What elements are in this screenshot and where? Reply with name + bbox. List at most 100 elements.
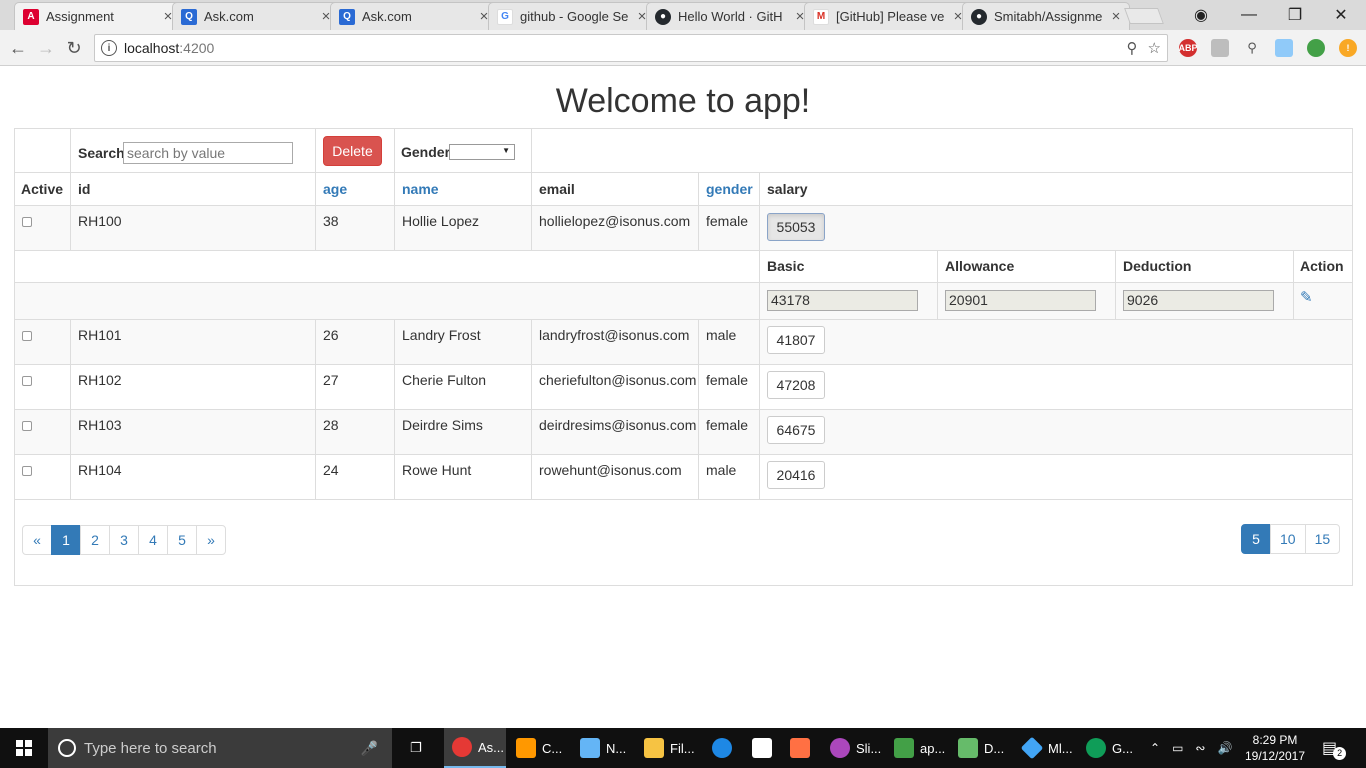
tab-ask-2[interactable]: Q Ask.com × — [330, 2, 498, 30]
row-active-checkbox[interactable] — [22, 376, 32, 386]
folder-icon — [644, 738, 664, 758]
pagination-page-5[interactable]: 5 — [167, 525, 197, 555]
tab-gmail[interactable]: M [GitHub] Please ve × — [804, 2, 972, 30]
taskbar-app-edge[interactable] — [704, 728, 740, 768]
github-icon: ● — [971, 8, 987, 25]
zoom-icon[interactable]: ⚲ — [1127, 39, 1138, 57]
salary-toggle-button[interactable]: 47208 — [767, 371, 825, 399]
task-view-icon[interactable]: ❐ — [402, 728, 438, 768]
taskbar-app-media[interactable] — [782, 728, 818, 768]
search-extension-icon[interactable]: ⚲ — [1243, 39, 1261, 57]
pagination-page-4[interactable]: 4 — [138, 525, 168, 555]
pagination-next[interactable]: » — [196, 525, 226, 555]
deduction-input[interactable]: 9026 — [1123, 290, 1274, 311]
page-size-15[interactable]: 15 — [1304, 524, 1341, 554]
column-header-name[interactable]: name — [402, 181, 439, 197]
tab-ask-1[interactable]: Q Ask.com × — [172, 2, 340, 30]
cell-id: RH102 — [78, 372, 122, 388]
chart-icon — [958, 738, 978, 758]
cell-age: 26 — [323, 327, 339, 343]
tab-google-search[interactable]: G github - Google Se × — [488, 2, 656, 30]
column-header-salary: salary — [767, 181, 808, 197]
page-size-5[interactable]: 5 — [1241, 524, 1271, 554]
search-input[interactable] — [123, 142, 293, 164]
tab-smitabh-assignment[interactable]: ● Smitabh/Assignme × — [962, 2, 1130, 30]
extension-icon[interactable] — [1211, 39, 1229, 57]
taskbar-app-chart[interactable]: D... — [950, 728, 1012, 768]
taskbar-app-notepad[interactable]: N... — [572, 728, 634, 768]
salary-toggle-button[interactable]: 41807 — [767, 326, 825, 354]
taskbar-app-hangouts[interactable]: G... — [1078, 728, 1140, 768]
cell-name: Landry Frost — [402, 327, 481, 343]
system-tray: ⌃ ▭ ∾ 🔊 — [1150, 728, 1232, 768]
microphone-icon[interactable]: 🎤 — [361, 740, 378, 757]
salary-toggle-button[interactable]: 55053 — [767, 213, 825, 241]
column-header-gender[interactable]: gender — [706, 181, 753, 197]
volume-icon[interactable]: 🔊 — [1217, 741, 1232, 755]
tab-assignment[interactable]: A Assignment × — [14, 2, 182, 30]
tab-hello-world[interactable]: ● Hello World · GitH × — [646, 2, 814, 30]
row-active-checkbox[interactable] — [22, 217, 32, 227]
salary-toggle-button[interactable]: 64675 — [767, 416, 825, 444]
column-header-age[interactable]: age — [323, 181, 347, 197]
allowance-input[interactable]: 20901 — [945, 290, 1096, 311]
row-active-checkbox[interactable] — [22, 421, 32, 431]
row-active-checkbox[interactable] — [22, 466, 32, 476]
taskbar-app-label: ap... — [920, 740, 946, 756]
info-icon[interactable]: i — [101, 40, 117, 56]
pagination-prev[interactable]: « — [22, 525, 52, 555]
cell-id: RH104 — [78, 462, 122, 478]
taskbar-app-chrome[interactable]: As... — [444, 728, 506, 768]
cortana-icon — [58, 739, 76, 757]
cell-name: Hollie Lopez — [402, 213, 480, 229]
taskbar-app-vscode[interactable]: ap... — [886, 728, 948, 768]
back-icon[interactable]: ← — [6, 36, 30, 60]
reload-icon[interactable]: ↻ — [62, 36, 86, 60]
forward-icon[interactable]: → — [34, 36, 58, 60]
start-button[interactable] — [0, 728, 48, 768]
adblock-icon[interactable]: ABP — [1179, 39, 1198, 57]
battery-icon[interactable]: ▭ — [1172, 741, 1183, 755]
minimize-button[interactable]: — — [1226, 0, 1272, 30]
gender-select[interactable] — [449, 144, 515, 160]
diamond-icon — [1020, 736, 1044, 760]
pagination-page-1[interactable]: 1 — [51, 525, 81, 555]
delete-button[interactable]: Delete — [323, 136, 382, 166]
row-active-checkbox[interactable] — [22, 331, 32, 341]
basic-input[interactable]: 43178 — [767, 290, 918, 311]
taskbar-app-label: N... — [606, 740, 627, 756]
taskbar-app-file-explorer[interactable]: Fil... — [636, 728, 698, 768]
close-window-button[interactable]: ✕ — [1318, 0, 1364, 30]
taskbar-app-diamond[interactable]: Ml... — [1014, 728, 1076, 768]
restore-button[interactable]: ❐ — [1272, 0, 1318, 30]
github-icon: ● — [655, 8, 671, 25]
address-bar[interactable]: i localhost:4200 ⚲ ☆ — [94, 34, 1168, 62]
pagination-page-2[interactable]: 2 — [80, 525, 110, 555]
extension-icon[interactable] — [1275, 39, 1293, 57]
pagination-page-3[interactable]: 3 — [109, 525, 139, 555]
wifi-icon[interactable]: ∾ — [1195, 741, 1205, 755]
new-tab-button[interactable] — [1124, 8, 1164, 24]
cell-id: RH103 — [78, 417, 122, 433]
slides-icon — [830, 738, 850, 758]
bookmark-star-icon[interactable]: ☆ — [1148, 39, 1161, 57]
page-size-10[interactable]: 10 — [1270, 524, 1306, 554]
taskbar-app-slides[interactable]: Sli... — [822, 728, 884, 768]
action-center-icon[interactable]: ▤ 2 — [1322, 728, 1347, 768]
salary-toggle-button[interactable]: 20416 — [767, 461, 825, 489]
tab-title: github - Google Se — [520, 9, 629, 24]
edit-pencil-icon[interactable]: ✎ — [1300, 288, 1313, 306]
taskbar-search-box[interactable]: Type here to search 🎤 — [48, 728, 392, 768]
taskbar-app-store[interactable] — [744, 728, 780, 768]
extension-icon[interactable] — [1307, 39, 1325, 57]
cell-gender: female — [706, 372, 749, 388]
alert-icon[interactable]: ! — [1339, 39, 1357, 57]
taskbar-app-sublime[interactable]: C... — [508, 728, 570, 768]
chevron-up-icon[interactable]: ⌃ — [1150, 741, 1160, 755]
notification-count-badge: 2 — [1333, 746, 1347, 760]
clock[interactable]: 8:29 PM 19/12/2017 — [1240, 732, 1310, 764]
cell-email: landryfrost@isonus.com — [539, 327, 690, 343]
profile-icon[interactable]: ◉ — [1178, 0, 1224, 30]
close-icon[interactable]: × — [1109, 8, 1123, 25]
taskbar-search-placeholder: Type here to search — [84, 739, 217, 757]
